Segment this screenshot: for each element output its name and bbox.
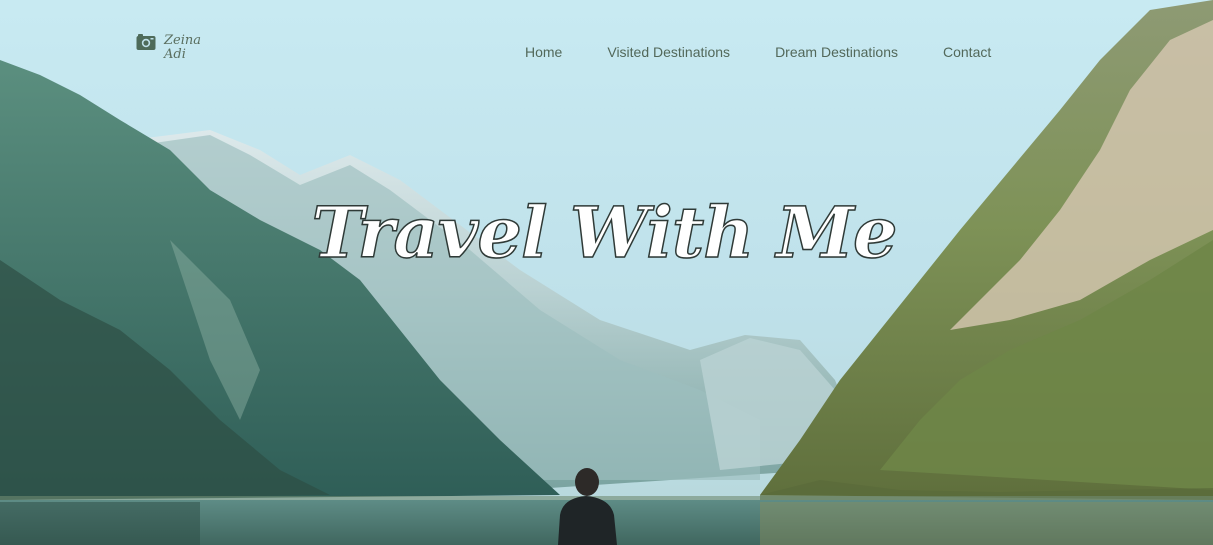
nav-link-contact[interactable]: Contact (943, 44, 991, 60)
brand-name-line1: Zeina (164, 33, 202, 48)
nav-link-home[interactable]: Home (525, 44, 562, 60)
brand-name-line2: Adi (164, 47, 186, 62)
brand-name: Zeina Adi (164, 34, 201, 62)
nav-link-dream-destinations[interactable]: Dream Destinations (775, 44, 898, 60)
nav-link-visited-destinations[interactable]: Visited Destinations (607, 44, 730, 60)
camera-icon (136, 33, 156, 51)
main-nav: Home Visited Destinations Dream Destinat… (525, 44, 991, 60)
hero-title: Travel With Me (311, 191, 899, 275)
hero-section: Zeina Adi Home Visited Destinations Drea… (0, 0, 1213, 545)
brand-logo[interactable]: Zeina Adi (136, 33, 201, 62)
top-navigation-bar: Zeina Adi Home Visited Destinations Drea… (0, 0, 1213, 110)
